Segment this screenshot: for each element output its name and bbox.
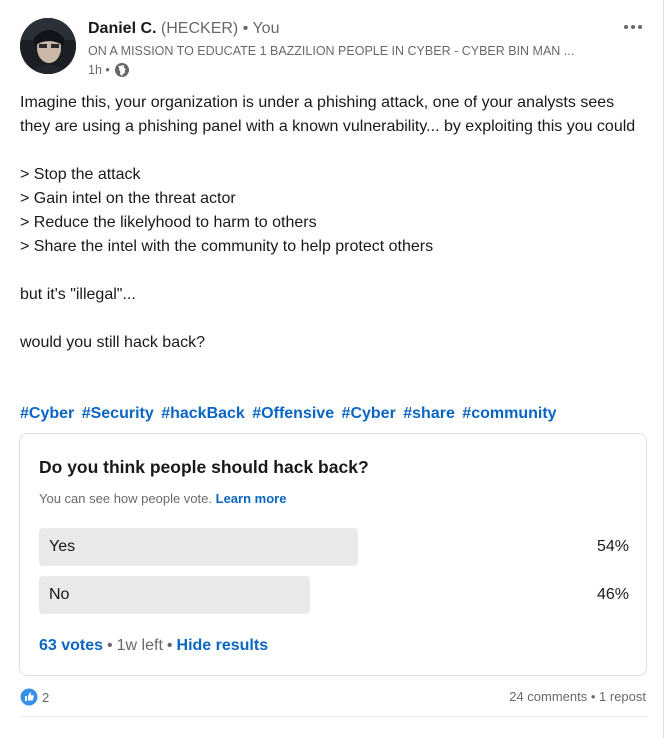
hashtag-link[interactable]: #Security	[82, 405, 154, 422]
hashtag-link[interactable]: #Offensive	[252, 405, 334, 422]
poll-footer: 63 votes • 1w left • Hide results	[39, 637, 269, 654]
learn-more-link[interactable]: Learn more	[216, 491, 287, 506]
poll-visibility-note: You can see how people vote. Learn more	[39, 491, 286, 507]
post-paragraph: Imagine this, your organization is under…	[20, 94, 636, 135]
hashtag-link[interactable]: #Cyber	[20, 405, 74, 422]
post-paragraph: but it's "illegal"...	[20, 286, 136, 303]
dot-icon	[638, 25, 642, 29]
post-paragraph: would you still hack back?	[20, 334, 205, 351]
hashtag-link[interactable]: #Cyber	[342, 405, 396, 422]
post-time-text: 1h •	[88, 63, 110, 77]
author-line: Daniel C. (HECKER) • You	[88, 19, 279, 39]
hashtag-link[interactable]: #hackBack	[161, 405, 245, 422]
author-tag: (HECKER)	[160, 20, 239, 37]
reaction-count: 2	[42, 689, 50, 705]
hashtag-list: #Cyber #Security #hackBack #Offensive #C…	[20, 402, 560, 426]
post-bullet: > Gain intel on the threat actor	[20, 190, 236, 207]
poll-option-percent: 54%	[596, 538, 629, 555]
poll-option-label: Yes	[49, 538, 76, 555]
globe-icon	[114, 63, 129, 77]
poll-option-percent: 46%	[596, 586, 629, 603]
post-bullet: > Stop the attack	[20, 166, 141, 183]
avatar-photo	[20, 18, 76, 74]
poll-option-label: No	[49, 586, 70, 603]
author-name[interactable]: Daniel C.	[88, 20, 156, 37]
poll-option-bar	[39, 528, 358, 566]
poll-question: Do you think people should hack back?	[39, 457, 369, 477]
reactions-summary[interactable]: 2	[20, 688, 49, 706]
post-more-options-button[interactable]	[616, 14, 650, 40]
like-reaction-icon	[20, 688, 38, 706]
poll-option-bar	[39, 576, 310, 614]
hide-results-button[interactable]: Hide results	[177, 637, 269, 654]
poll-option-no: No 46%	[39, 576, 629, 614]
hashtag-link[interactable]: #community	[462, 405, 556, 422]
dot-icon	[631, 25, 635, 29]
divider	[20, 716, 648, 717]
post-bullet: > Share the intel with the community to …	[20, 238, 434, 255]
poll-card: Do you think people should hack back? Yo…	[19, 433, 647, 676]
post-bullet: > Reduce the likelyhood to harm to other…	[20, 214, 317, 231]
hashtag-link[interactable]: #share	[403, 405, 455, 422]
poll-note-text: You can see how people vote.	[39, 491, 212, 506]
poll-time-left: 1w left	[116, 637, 163, 654]
author-headline: ON A MISSION TO EDUCATE 1 BAZZILION PEOP…	[88, 44, 575, 58]
poll-option-yes: Yes 54%	[39, 528, 629, 566]
poll-votes-link[interactable]: 63 votes	[39, 637, 103, 654]
dot-icon	[624, 25, 628, 29]
author-relation: • You	[242, 20, 280, 37]
post-time: 1h •	[88, 61, 130, 79]
post-body: Imagine this, your organization is under…	[20, 91, 646, 355]
feed-post-card: Daniel C. (HECKER) • You ON A MISSION TO…	[0, 0, 664, 738]
author-avatar[interactable]	[20, 18, 76, 74]
comments-reposts-count[interactable]: 24 comments • 1 repost	[509, 689, 646, 704]
